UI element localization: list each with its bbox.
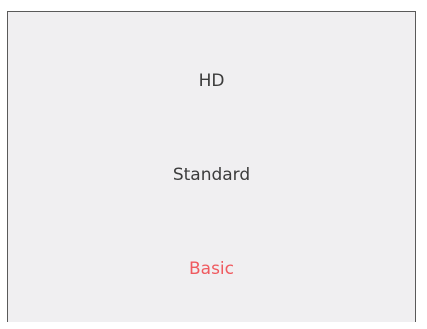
quality-option-standard[interactable]: Standard xyxy=(8,145,415,205)
quality-option-hd-label: HD xyxy=(198,71,225,91)
quality-picker-dialog: HD Standard Basic xyxy=(7,11,416,322)
quality-option-standard-label: Standard xyxy=(172,165,251,185)
quality-option-basic-label: Basic xyxy=(188,259,234,279)
quality-option-basic[interactable]: Basic xyxy=(8,239,415,299)
quality-option-hd[interactable]: HD xyxy=(8,51,415,111)
